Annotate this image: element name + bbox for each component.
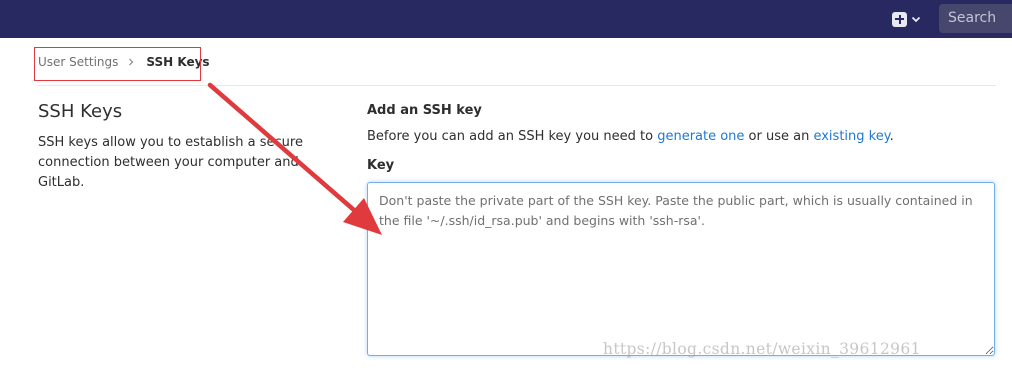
existing-key-link[interactable]: existing key xyxy=(813,129,889,144)
settings-sidebar-description: SSH Keys SSH keys allow you to establish… xyxy=(38,101,343,193)
intro-text-end: . xyxy=(889,129,894,144)
intro-text-start: Before you can add an SSH key you need t… xyxy=(367,129,658,144)
breadcrumb-user-settings-link[interactable]: User Settings xyxy=(38,55,118,69)
page-description: SSH keys allow you to establish a secure… xyxy=(38,135,303,190)
intro-text-middle: or use an xyxy=(744,129,814,144)
breadcrumb-current[interactable]: SSH Keys xyxy=(146,55,209,69)
add-ssh-key-form: Add an SSH key Before you can add an SSH… xyxy=(367,102,997,175)
new-dropdown-button[interactable] xyxy=(892,10,922,28)
chevron-down-icon xyxy=(911,16,921,23)
page-title: SSH Keys xyxy=(38,101,123,122)
plus-square-icon xyxy=(892,11,907,27)
form-heading: Add an SSH key xyxy=(367,103,482,118)
breadcrumb-divider xyxy=(38,85,996,86)
key-textarea[interactable] xyxy=(367,182,995,356)
breadcrumb: User Settings SSH Keys xyxy=(38,55,210,69)
search-input[interactable]: Search xyxy=(939,4,1012,33)
top-navbar: Search xyxy=(0,0,1012,38)
form-intro: Before you can add an SSH key you need t… xyxy=(367,128,997,146)
key-label: Key xyxy=(367,158,395,173)
generate-one-link[interactable]: generate one xyxy=(657,129,744,144)
chevron-right-icon xyxy=(129,58,134,66)
